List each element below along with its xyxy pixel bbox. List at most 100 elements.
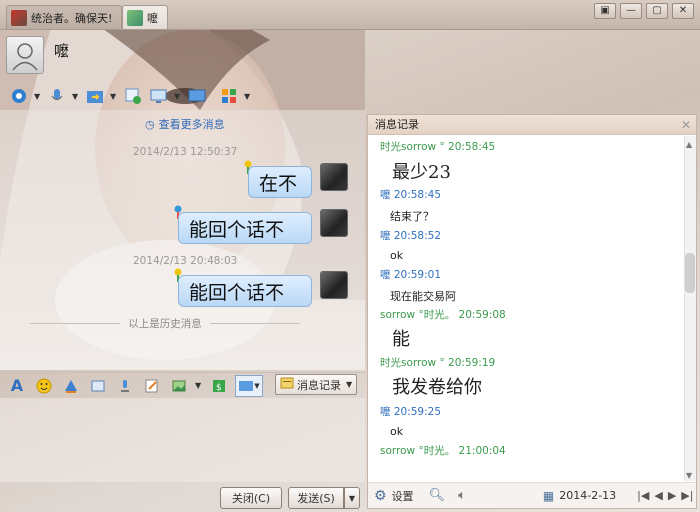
history-list[interactable]: 时光sorrow ° 20:58:45 最少23 嚒 20:58:45 结束了？… (368, 136, 684, 481)
history-footer: ⚙ 设置 🔍︎ 🔈︎ ▦ 2014-2-13 |◀ ◀ ▶ ▶| (368, 482, 696, 508)
history-separator: 以上是历史消息 (30, 316, 300, 331)
close-icon: ✕ (678, 5, 688, 16)
history-message: 最少23 (392, 162, 451, 183)
close-button[interactable]: 关闭(C) (220, 487, 282, 509)
history-message: 我发卷给你 (392, 377, 482, 398)
gear-icon[interactable]: ⚙ (374, 488, 387, 504)
history-sender: 嚒 20:58:52 (380, 230, 441, 242)
contact-avatar[interactable] (6, 36, 44, 74)
message-text: 在不 (259, 172, 298, 195)
message-bubble: 能回个话不 (178, 275, 312, 307)
chevron-down-icon: ▼ (348, 493, 356, 503)
settings-label[interactable]: 设置 (392, 488, 414, 504)
default-avatar-icon (12, 43, 38, 71)
history-sender: 嚒 20:59:25 (380, 406, 441, 418)
create-discussion-icon[interactable] (122, 85, 144, 107)
chevron-down-icon[interactable]: ▼ (110, 92, 118, 101)
calendar-icon[interactable]: ▦ (543, 489, 554, 503)
history-sender: sorrow °时光。 20:59:08 (380, 309, 506, 321)
message-bubble: 能回个话不 (178, 212, 312, 244)
tab-label: 嚒 (147, 11, 158, 25)
title-bar: 统治者。确保天! 嚒 ▣ — ▢ ✕ (0, 0, 700, 30)
voice-message-icon[interactable] (114, 375, 136, 397)
maximize-button[interactable]: ▢ (646, 3, 668, 19)
divider (209, 323, 300, 324)
contact-name: 嚒 (54, 42, 70, 60)
apps-grid-icon[interactable] (218, 85, 240, 107)
history-scrollbar[interactable] (684, 136, 696, 481)
search-icon[interactable]: 🔍︎ (429, 488, 446, 503)
history-sender: sorrow °时光。 21:00:04 (380, 445, 506, 457)
tab-contact-chat[interactable]: 嚒 (122, 5, 168, 29)
history-sender: 嚒 20:59:01 (380, 269, 441, 281)
minimize-icon: — (626, 5, 636, 16)
message-timestamp: 2014/2/13 12:50:37 (133, 146, 238, 158)
minimize-button[interactable]: — (620, 3, 642, 19)
message-text: 能回个话不 (189, 218, 285, 241)
restore-button[interactable]: ▣ (594, 3, 616, 19)
clock-icon: ◷ (145, 117, 155, 131)
close-icon: ✕ (680, 118, 691, 132)
close-window-button[interactable]: ✕ (672, 3, 694, 19)
contact-avatar-icon (127, 9, 143, 26)
tab-label: 统治者。确保天! (31, 11, 113, 25)
history-sender: 嚒 20:58:45 (380, 189, 441, 201)
svg-text:$: $ (216, 383, 222, 393)
video-call-icon[interactable] (8, 85, 30, 107)
chevron-down-icon[interactable]: ▼ (72, 92, 80, 101)
message-bubble: 在不 (248, 166, 312, 198)
emoji-icon[interactable] (33, 375, 55, 397)
chevron-down-icon[interactable]: ▼ (244, 92, 252, 101)
message-record-button[interactable]: 消息记录 ▼ (275, 374, 357, 395)
remote-desktop-icon[interactable] (148, 85, 170, 107)
history-message: 现在能交易阿 (390, 290, 456, 303)
share-screen-icon[interactable] (186, 85, 208, 107)
send-file-icon[interactable] (84, 85, 106, 107)
message-record-label: 消息记录 (297, 378, 341, 392)
gif-icon[interactable] (87, 375, 109, 397)
red-packet-icon[interactable]: $ (208, 375, 230, 397)
maximize-icon: ▢ (652, 5, 662, 16)
close-history-button[interactable]: ✕ (681, 115, 691, 135)
history-header: 消息记录 ✕ (368, 115, 696, 135)
message-text: 能回个话不 (189, 281, 285, 304)
scrollbar-thumb[interactable] (685, 253, 695, 293)
sender-avatar[interactable] (320, 163, 348, 191)
sender-avatar[interactable] (320, 271, 348, 299)
chevron-down-icon[interactable]: ▼ (195, 381, 203, 390)
chevron-down-icon: ▼ (346, 380, 353, 389)
voice-call-icon[interactable] (46, 85, 68, 107)
message-timestamp: 2014/2/13 20:48:03 (133, 255, 238, 267)
scroll-down-icon[interactable]: ▼ (686, 471, 692, 480)
message-history-panel: 消息记录 ✕ 时光sorrow ° 20:58:45 最少23 嚒 20:58:… (367, 114, 697, 509)
message-record-icon (280, 376, 294, 393)
history-title: 消息记录 (375, 118, 419, 131)
scroll-up-icon[interactable]: ▲ (686, 140, 692, 149)
tab-group-chat[interactable]: 统治者。确保天! (6, 5, 122, 29)
message-input[interactable] (0, 398, 365, 482)
shake-window-icon[interactable] (60, 375, 82, 397)
history-date[interactable]: 2014-2-13 (559, 489, 616, 502)
sender-avatar[interactable] (320, 209, 348, 237)
handwriting-icon[interactable] (141, 375, 163, 397)
font-icon[interactable]: A (6, 375, 28, 397)
history-separator-label: 以上是历史消息 (128, 318, 202, 330)
send-image-icon[interactable] (168, 375, 190, 397)
screenshot-icon[interactable]: ▼ (235, 374, 263, 397)
history-message: ok (390, 425, 404, 438)
chevron-down-icon[interactable]: ▼ (34, 92, 42, 101)
history-sender: 时光sorrow ° 20:58:45 (380, 141, 496, 153)
divider (30, 323, 121, 324)
previous-page-icon[interactable]: ◀ (654, 489, 662, 502)
send-options-button[interactable]: ▼ (344, 487, 360, 509)
view-more-messages-link[interactable]: ◷ 查看更多消息 (145, 116, 225, 132)
group-avatar-icon (11, 9, 27, 26)
history-message: 结束了？ (390, 210, 434, 223)
first-page-icon[interactable]: |◀ (637, 489, 649, 502)
speaker-icon[interactable]: 🔈︎ (458, 488, 466, 503)
next-page-icon[interactable]: ▶ (668, 489, 676, 502)
send-button[interactable]: 发送(S) (288, 487, 344, 509)
chevron-down-icon[interactable]: ▼ (174, 92, 182, 101)
last-page-icon[interactable]: ▶| (681, 489, 693, 502)
restore-icon: ▣ (600, 5, 610, 16)
